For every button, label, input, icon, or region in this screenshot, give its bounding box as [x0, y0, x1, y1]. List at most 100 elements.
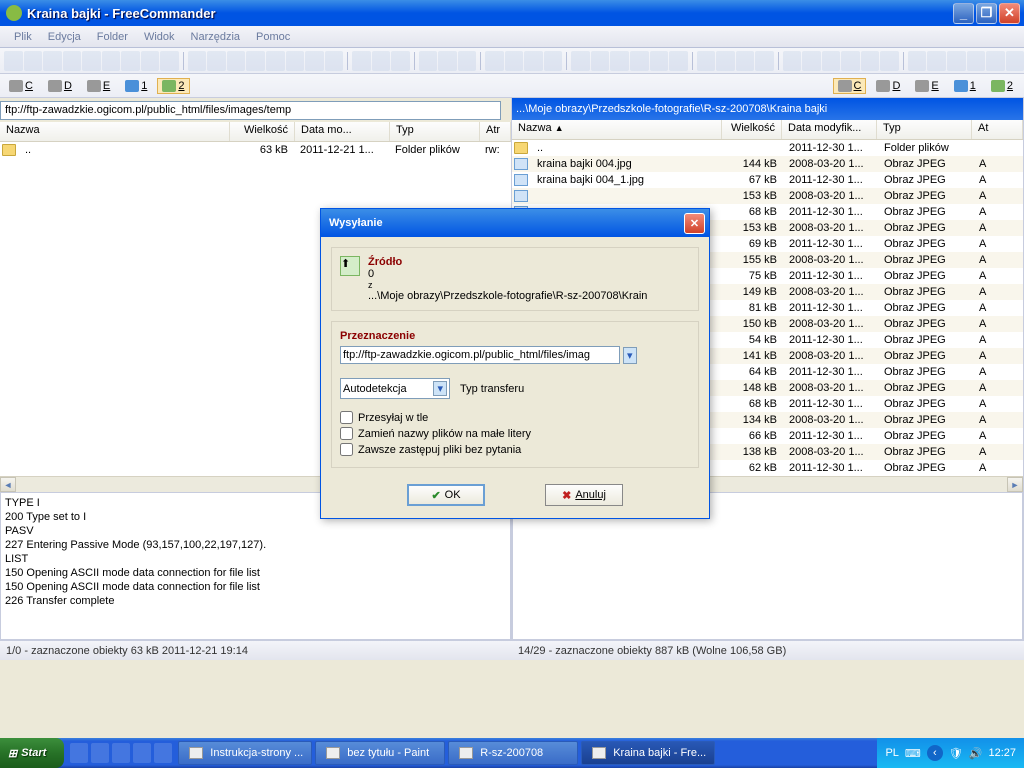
task-button[interactable]: Kraina bajki - Fre... [581, 741, 715, 765]
toolbar-button[interactable] [524, 51, 543, 71]
col-atr[interactable]: Atr [480, 122, 511, 141]
toolbar-button[interactable] [802, 51, 821, 71]
dest-input[interactable] [340, 346, 620, 364]
dialog-titlebar[interactable]: Wysyłanie ✕ [321, 209, 709, 237]
toolbar-button[interactable] [266, 51, 285, 71]
toolbar-button[interactable] [986, 51, 1005, 71]
toolbar-button[interactable] [544, 51, 563, 71]
toolbar-button[interactable] [716, 51, 735, 71]
menu-narzedzia[interactable]: Narzędzia [183, 31, 249, 43]
drive-net1[interactable]: 1 [120, 78, 152, 94]
dest-dropdown-icon[interactable]: ▾ [623, 347, 637, 364]
drive-ftp2[interactable]: 2 [157, 78, 189, 94]
drive-c[interactable]: C [4, 78, 38, 94]
col-typ[interactable]: Typ [390, 122, 480, 141]
col-data-r[interactable]: Data modyfik... [782, 120, 877, 139]
col-wielkosc-r[interactable]: Wielkość [722, 120, 782, 139]
toolbar-button[interactable] [121, 51, 140, 71]
drive-e[interactable]: E [82, 78, 115, 94]
menu-pomoc[interactable]: Pomoc [248, 31, 298, 43]
file-row[interactable]: kraina bajki 004.jpg144 kB2008-03-20 1..… [512, 156, 1023, 172]
toolbar-button[interactable] [391, 51, 410, 71]
toolbar-button[interactable] [571, 51, 590, 71]
tray-icon[interactable]: ⌨ [905, 747, 921, 760]
ok-button[interactable]: ✔OK [407, 484, 485, 506]
col-typ-r[interactable]: Typ [877, 120, 972, 139]
clock[interactable]: 12:27 [988, 747, 1016, 759]
menu-edycja[interactable]: Edycja [40, 31, 89, 43]
toolbar-button[interactable] [207, 51, 226, 71]
toolbar-button[interactable] [372, 51, 391, 71]
toolbar-button[interactable] [227, 51, 246, 71]
toolbar-button[interactable] [160, 51, 179, 71]
task-button[interactable]: R-sz-200708 [448, 741, 578, 765]
toolbar-button[interactable] [82, 51, 101, 71]
toolbar-button[interactable] [24, 51, 43, 71]
toolbar-button[interactable] [591, 51, 610, 71]
cancel-button[interactable]: ✖Anuluj [545, 484, 623, 506]
ql-icon[interactable] [70, 743, 88, 763]
toolbar-button[interactable] [650, 51, 669, 71]
chk-lowercase[interactable]: Zamień nazwy plików na małe litery [340, 427, 690, 440]
toolbar-button[interactable] [325, 51, 344, 71]
toolbar-button[interactable] [880, 51, 899, 71]
drive-ftp2-r[interactable]: 2 [986, 78, 1018, 94]
toolbar-button[interactable] [967, 51, 986, 71]
toolbar-button[interactable] [305, 51, 324, 71]
toolbar-button[interactable] [188, 51, 207, 71]
file-row[interactable]: ..63 kB2011-12-21 1...Folder plikówrw: [0, 142, 511, 158]
toolbar-button[interactable] [352, 51, 371, 71]
toolbar-button[interactable] [669, 51, 688, 71]
tray-icon[interactable]: 🔊 [969, 747, 983, 760]
transfer-mode-combo[interactable]: Autodetekcja▾ [340, 378, 450, 399]
tray-icon[interactable]: 🛡 [949, 747, 963, 760]
drive-d[interactable]: D [43, 78, 77, 94]
toolbar-button[interactable] [841, 51, 860, 71]
toolbar-button[interactable] [419, 51, 438, 71]
toolbar-button[interactable] [505, 51, 524, 71]
ql-icon[interactable] [154, 743, 172, 763]
toolbar-button[interactable] [4, 51, 23, 71]
toolbar-button[interactable] [610, 51, 629, 71]
toolbar-button[interactable] [927, 51, 946, 71]
toolbar-button[interactable] [63, 51, 82, 71]
toolbar-button[interactable] [697, 51, 716, 71]
left-path-input[interactable] [0, 101, 501, 120]
toolbar-button[interactable] [755, 51, 774, 71]
lang-indicator[interactable]: PL [885, 747, 898, 759]
col-data[interactable]: Data mo... [295, 122, 390, 141]
toolbar-button[interactable] [141, 51, 160, 71]
file-row[interactable]: ..2011-12-30 1...Folder plików [512, 140, 1023, 156]
file-row[interactable]: kraina bajki 004_1.jpg67 kB2011-12-30 1.… [512, 172, 1023, 188]
chk-background[interactable]: Przesyłaj w tle [340, 411, 690, 424]
toolbar-button[interactable] [458, 51, 477, 71]
toolbar-button[interactable] [246, 51, 265, 71]
system-tray[interactable]: PL ⌨ ‹ 🛡 🔊 12:27 [877, 738, 1024, 768]
toolbar-button[interactable] [485, 51, 504, 71]
col-wielkosc[interactable]: Wielkość [230, 122, 295, 141]
tray-arrow-icon[interactable]: ‹ [927, 745, 943, 761]
drive-e-r[interactable]: E [910, 78, 943, 94]
ql-icon[interactable] [91, 743, 109, 763]
chk-overwrite[interactable]: Zawsze zastępuj pliki bez pytania [340, 443, 690, 456]
toolbar-button[interactable] [286, 51, 305, 71]
file-row[interactable]: 153 kB2008-03-20 1...Obraz JPEGA [512, 188, 1023, 204]
toolbar-button[interactable] [43, 51, 62, 71]
minimize-button[interactable]: _ [953, 3, 974, 24]
drive-net1-r[interactable]: 1 [949, 78, 981, 94]
menu-folder[interactable]: Folder [89, 31, 136, 43]
toolbar-button[interactable] [947, 51, 966, 71]
toolbar-button[interactable] [630, 51, 649, 71]
col-atr-r[interactable]: At [972, 120, 1023, 139]
dialog-close-button[interactable]: ✕ [684, 213, 705, 234]
menu-plik[interactable]: Plik [6, 31, 40, 43]
close-button[interactable]: ✕ [999, 3, 1020, 24]
start-button[interactable]: ⊞Start [0, 738, 64, 768]
toolbar-button[interactable] [1006, 51, 1024, 71]
toolbar-button[interactable] [861, 51, 880, 71]
ql-icon[interactable] [133, 743, 151, 763]
col-nazwa-r[interactable]: Nazwa ▲ [512, 120, 722, 139]
maximize-button[interactable]: ❐ [976, 3, 997, 24]
drive-c-r[interactable]: C [833, 78, 867, 94]
toolbar-button[interactable] [736, 51, 755, 71]
